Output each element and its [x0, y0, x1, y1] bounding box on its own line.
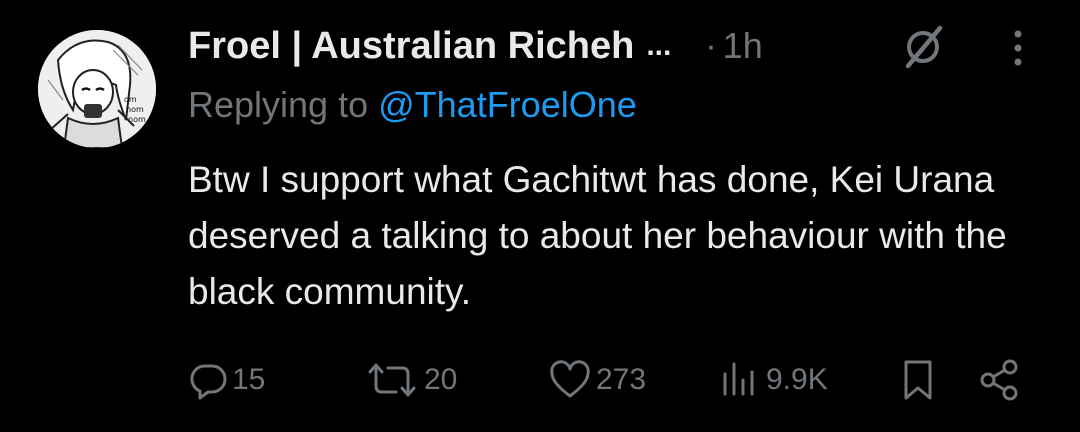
- avatar-image: om nom nom: [38, 30, 156, 148]
- avatar[interactable]: om nom nom: [38, 30, 156, 148]
- grok-icon[interactable]: [900, 24, 946, 70]
- bookmark-button[interactable]: [898, 354, 938, 406]
- share-icon: [980, 359, 1018, 401]
- header-separator: ·: [705, 26, 717, 65]
- reply-button[interactable]: 15: [188, 354, 265, 406]
- like-button[interactable]: 273: [548, 354, 646, 406]
- tweet-timestamp[interactable]: 1h: [723, 25, 763, 67]
- repost-icon: [368, 363, 416, 397]
- views-count: 9.9K: [766, 363, 828, 396]
- author-display-name[interactable]: Froel | Australian Richeh: [188, 25, 634, 68]
- action-bar: 15 20 273 9.9K: [188, 354, 1048, 406]
- views-button[interactable]: 9.9K: [718, 354, 828, 406]
- replying-to-label: Replying to: [188, 84, 379, 125]
- avatar-text-1: om: [124, 95, 137, 104]
- views-icon: [723, 362, 754, 396]
- replying-to: Replying to @ThatFroelOne: [188, 84, 637, 126]
- share-button[interactable]: [978, 354, 1022, 406]
- tweet-header: Froel | Australian Richeh ... · 1h: [188, 18, 1048, 74]
- bookmark-icon: [904, 360, 932, 400]
- avatar-text-2: nom: [126, 105, 144, 114]
- more-icon[interactable]: [1006, 26, 1030, 70]
- replying-to-handle[interactable]: @ThatFroelOne: [378, 84, 637, 125]
- repost-count: 20: [424, 363, 458, 396]
- reply-count: 15: [232, 363, 266, 396]
- reply-icon: [190, 364, 227, 400]
- avatar-text-3: nom: [128, 115, 146, 124]
- name-truncation: ...: [646, 29, 672, 62]
- like-count: 273: [596, 363, 647, 396]
- repost-button[interactable]: 20: [364, 354, 457, 406]
- tweet-text: Btw I support what Gachitwt has done, Ke…: [188, 159, 1007, 312]
- like-icon: [550, 360, 590, 398]
